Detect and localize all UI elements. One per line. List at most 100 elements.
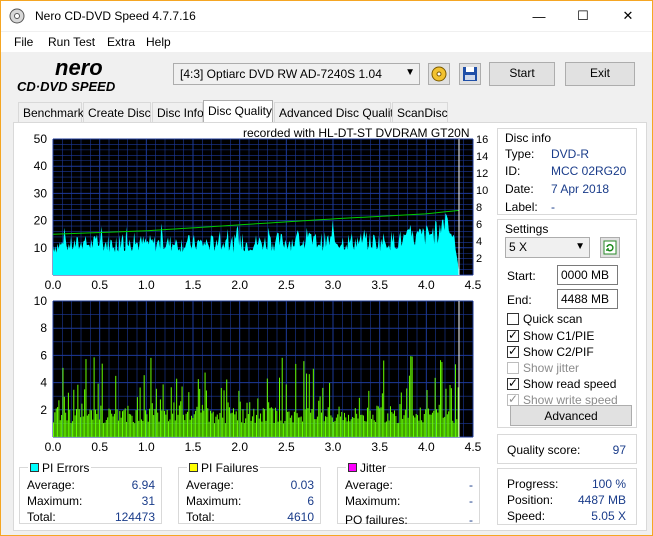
maximize-button[interactable]: ☐ xyxy=(561,1,605,31)
exit-button[interactable]: Exit xyxy=(565,62,635,86)
menu-file[interactable]: File xyxy=(14,35,33,49)
start-button[interactable]: Start xyxy=(489,62,555,86)
pi-failures-bar xyxy=(66,420,68,437)
drive-select[interactable]: [4:3] Optiarc DVD RW AD-7240S 1.04 ▼ xyxy=(173,63,420,85)
y-right-tick-label: 10 xyxy=(476,185,488,197)
pi-failures-bar xyxy=(84,389,86,437)
x-tick-label: 1.0 xyxy=(138,278,155,292)
show-c2-pif-checkbox[interactable]: Show C2/PIF xyxy=(507,344,594,359)
pi-failures-bar xyxy=(358,397,360,437)
pi-failures-bar xyxy=(182,414,184,437)
pi-failures-bar xyxy=(335,417,337,437)
pi-failures-bar xyxy=(308,374,310,437)
pi-failures-bar xyxy=(172,413,174,437)
x-tick-label: 3.5 xyxy=(371,440,388,453)
pi-failures-bar xyxy=(54,412,56,437)
tab-scandisc[interactable]: ScanDisc xyxy=(392,102,448,123)
save-button[interactable] xyxy=(459,63,481,85)
pi-failures-bar xyxy=(216,414,218,437)
close-button[interactable]: ✕ xyxy=(606,1,650,31)
pi-failures-bar xyxy=(86,415,88,437)
pi-failures-bar xyxy=(362,415,364,437)
quick-scan-checkbox[interactable]: Quick scan xyxy=(507,312,582,326)
pi-failures-bar xyxy=(312,368,314,437)
tab-create-disc[interactable]: Create Disc xyxy=(83,102,151,123)
y-tick-label: 2 xyxy=(40,403,47,417)
pi-failures-bar xyxy=(184,420,186,437)
pi-failures-bar xyxy=(385,421,387,437)
minimize-button[interactable]: — xyxy=(517,1,561,31)
pi-failures-bar xyxy=(434,377,436,437)
pi-failures-bar xyxy=(105,420,107,437)
pi-failures-bar xyxy=(223,390,225,437)
show-read-speed-checkbox[interactable]: Show read speed xyxy=(507,376,616,391)
pi-failures-bar xyxy=(235,411,237,437)
eject-button[interactable] xyxy=(428,63,450,85)
pi-failures-bar xyxy=(147,421,149,437)
pi-failures-bar xyxy=(426,390,428,437)
pi-failures-bar xyxy=(454,364,456,437)
pi-failures-bar xyxy=(422,422,424,437)
pi-failures-bar xyxy=(104,422,106,437)
x-tick-label: 0.0 xyxy=(45,440,62,453)
pi-failures-bar xyxy=(342,420,344,437)
pi-failures-bar xyxy=(418,420,420,437)
pi-errors-swatch xyxy=(30,463,39,472)
pi-failures-bar xyxy=(435,409,437,437)
menu-extra[interactable]: Extra xyxy=(107,35,135,49)
start-field[interactable]: 0000 MB xyxy=(557,265,618,285)
pi-failures-bar xyxy=(96,413,98,437)
end-label: End: xyxy=(507,293,532,307)
disc-info-group: Disc info Type: DVD-R ID: MCC 02RG20 Dat… xyxy=(497,128,637,215)
pi-failures-bar xyxy=(261,421,263,437)
pi-failures-bar xyxy=(440,360,442,437)
pi-failures-bar xyxy=(430,414,432,437)
pi-failures-bar xyxy=(399,404,401,437)
pi-failures-bar xyxy=(265,420,267,437)
refresh-button[interactable] xyxy=(600,237,620,258)
show-c1-pie-checkbox[interactable]: Show C1/PIE xyxy=(507,328,594,343)
y-tick-label: 30 xyxy=(34,186,48,200)
pi-failures-bar xyxy=(456,419,458,437)
y-right-tick-label: 4 xyxy=(476,236,482,248)
pi-failures-bar xyxy=(349,421,351,437)
tab-advanced-disc-quality[interactable]: Advanced Disc Quality xyxy=(274,102,400,123)
pi-failures-bar xyxy=(132,422,134,437)
y-tick-label: 8 xyxy=(40,321,47,335)
pi-failures-bar xyxy=(59,420,61,437)
pi-failures-bar xyxy=(174,420,176,437)
y-tick-label: 40 xyxy=(34,159,48,173)
show-jitter-checkbox[interactable]: Show jitter xyxy=(507,361,579,375)
pi-failures-bar xyxy=(304,409,306,437)
menu-run-test[interactable]: Run Test xyxy=(48,35,95,49)
disc-date-label: Date: xyxy=(505,182,534,196)
pi-failures-bar xyxy=(180,401,182,437)
tab-benchmark[interactable]: Benchmark xyxy=(18,102,84,123)
pi-failures-bar xyxy=(288,411,290,437)
x-tick-label: 1.5 xyxy=(185,278,202,292)
chevron-down-icon: ▼ xyxy=(575,241,585,252)
pi-failures-bar xyxy=(207,408,209,437)
pi-failures-bar xyxy=(327,407,329,437)
pi-failures-bar xyxy=(242,409,244,437)
menu-help[interactable]: Help xyxy=(146,35,171,49)
pi-failures-bar xyxy=(227,402,229,437)
pi-failures-average-label: Average: xyxy=(186,478,234,492)
disc-type-label: Type: xyxy=(505,147,535,161)
tab-disc-info[interactable]: Disc Info xyxy=(152,102,204,123)
end-field[interactable]: 4488 MB xyxy=(557,289,618,309)
tab-disc-quality[interactable]: Disc Quality xyxy=(203,100,273,123)
pi-failures-bar xyxy=(303,361,305,437)
speed-select[interactable]: 5 X ▼ xyxy=(505,237,590,258)
pi-failures-bar xyxy=(123,410,125,437)
menu-bar: File Run Test Extra Help xyxy=(1,32,652,52)
speed-select-value: 5 X xyxy=(509,240,528,254)
pi-failures-total-label: Total: xyxy=(186,510,215,524)
title-bar[interactable]: Nero CD-DVD Speed 4.7.7.16 — ☐ ✕ xyxy=(1,1,652,31)
pi-failures-bar xyxy=(295,363,297,437)
advanced-button[interactable]: Advanced xyxy=(510,405,632,426)
pi-failures-bar xyxy=(173,402,175,437)
po-failures-value: - xyxy=(469,513,473,527)
pi-failures-bar xyxy=(127,405,129,437)
pi-failures-bar xyxy=(352,416,354,437)
